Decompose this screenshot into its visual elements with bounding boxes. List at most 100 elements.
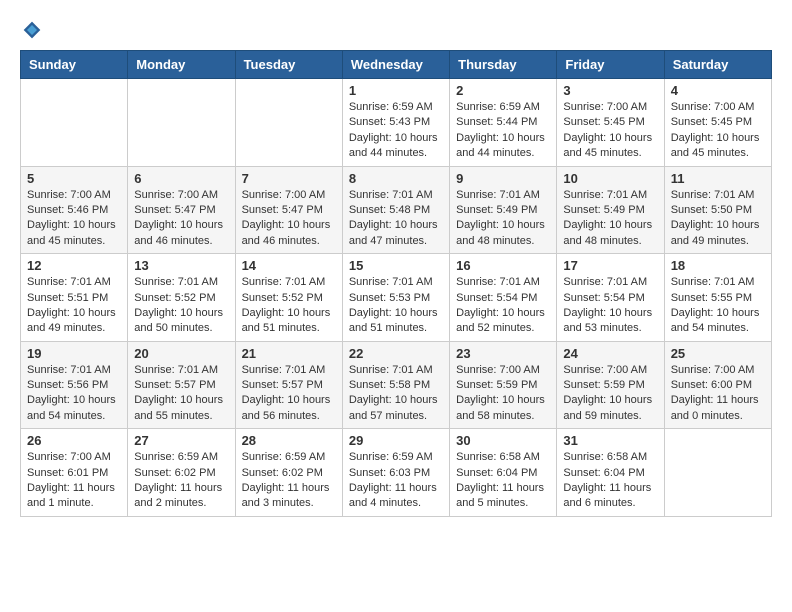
calendar-header-saturday: Saturday xyxy=(664,51,771,79)
day-info: Sunrise: 7:01 AM Sunset: 5:55 PM Dayligh… xyxy=(671,275,765,337)
day-info: Sunrise: 7:00 AM Sunset: 5:46 PM Dayligh… xyxy=(27,188,121,250)
day-number: 19 xyxy=(27,346,121,361)
calendar-cell: 19Sunrise: 7:01 AM Sunset: 5:56 PM Dayli… xyxy=(21,341,128,429)
day-info: Sunrise: 7:01 AM Sunset: 5:54 PM Dayligh… xyxy=(563,275,657,337)
day-number: 10 xyxy=(563,171,657,186)
day-info: Sunrise: 7:00 AM Sunset: 5:47 PM Dayligh… xyxy=(134,188,228,250)
calendar-cell: 4 Sunrise: 7:00 AM Sunset: 5:45 PM Daylig… xyxy=(664,79,771,167)
calendar-cell: 17 Sunrise: 7:01 AM Sunset: 5:54 PM Dayli… xyxy=(557,254,664,342)
day-number: 8 xyxy=(349,171,443,186)
calendar-cell xyxy=(235,79,342,167)
day-number: 6 xyxy=(134,171,228,186)
day-info: Sunrise: 7:01 AM Sunset: 5:54 PM Dayligh… xyxy=(456,275,550,337)
day-info: Sunrise: 6:59 AM Sunset: 6:03 PM Dayligh… xyxy=(349,450,443,512)
day-info: Sunrise: 6:58 AM Sunset: 6:04 PM Dayligh… xyxy=(563,450,657,512)
day-info: Sunrise: 7:01 AM Sunset: 5:58 PM Dayligh… xyxy=(349,363,443,425)
calendar-cell: 13 Sunrise: 7:01 AM Sunset: 5:52 PM Dayli… xyxy=(128,254,235,342)
day-info: Sunrise: 7:01 AM Sunset: 5:48 PM Dayligh… xyxy=(349,188,443,250)
calendar-header-sunday: Sunday xyxy=(21,51,128,79)
day-number: 16 xyxy=(456,258,550,273)
day-number: 9 xyxy=(456,171,550,186)
day-number: 30 xyxy=(456,433,550,448)
day-number: 12 xyxy=(27,258,121,273)
calendar-cell: 31 Sunrise: 6:58 AM Sunset: 6:04 PM Dayli… xyxy=(557,429,664,517)
day-number: 11 xyxy=(671,171,765,186)
day-info: Sunrise: 7:01 AM Sunset: 5:51 PM Dayligh… xyxy=(27,275,121,337)
calendar-cell: 20Sunrise: 7:01 AM Sunset: 5:57 PM Dayli… xyxy=(128,341,235,429)
day-info: Sunrise: 6:59 AM Sunset: 6:02 PM Dayligh… xyxy=(134,450,228,512)
calendar-cell: 11 Sunrise: 7:01 AM Sunset: 5:50 PM Dayli… xyxy=(664,166,771,254)
day-info: Sunrise: 7:00 AM Sunset: 5:45 PM Dayligh… xyxy=(671,100,765,162)
day-number: 25 xyxy=(671,346,765,361)
day-number: 3 xyxy=(563,83,657,98)
calendar-cell: 21 Sunrise: 7:01 AM Sunset: 5:57 PM Dayli… xyxy=(235,341,342,429)
calendar-cell: 2 Sunrise: 6:59 AM Sunset: 5:44 PM Daylig… xyxy=(450,79,557,167)
day-number: 24 xyxy=(563,346,657,361)
day-info: Sunrise: 7:01 AM Sunset: 5:49 PM Dayligh… xyxy=(456,188,550,250)
day-number: 13 xyxy=(134,258,228,273)
calendar-cell: 24 Sunrise: 7:00 AM Sunset: 5:59 PM Dayli… xyxy=(557,341,664,429)
day-info: Sunrise: 7:00 AM Sunset: 5:59 PM Dayligh… xyxy=(563,363,657,425)
calendar-cell: 16 Sunrise: 7:01 AM Sunset: 5:54 PM Dayli… xyxy=(450,254,557,342)
calendar-cell xyxy=(128,79,235,167)
day-info: Sunrise: 6:59 AM Sunset: 5:44 PM Dayligh… xyxy=(456,100,550,162)
calendar-cell: 29 Sunrise: 6:59 AM Sunset: 6:03 PM Dayli… xyxy=(342,429,449,517)
calendar-cell: 28 Sunrise: 6:59 AM Sunset: 6:02 PM Dayli… xyxy=(235,429,342,517)
calendar-cell: 27 Sunrise: 6:59 AM Sunset: 6:02 PM Dayli… xyxy=(128,429,235,517)
day-info: Sunrise: 7:00 AM Sunset: 5:45 PM Dayligh… xyxy=(563,100,657,162)
day-info: Sunrise: 7:01 AM Sunset: 5:50 PM Dayligh… xyxy=(671,188,765,250)
day-info: Sunrise: 7:01 AM Sunset: 5:52 PM Dayligh… xyxy=(134,275,228,337)
day-info: Sunrise: 6:59 AM Sunset: 6:02 PM Dayligh… xyxy=(242,450,336,512)
day-number: 14 xyxy=(242,258,336,273)
calendar-week-row: 1Sunrise: 6:59 AM Sunset: 5:43 PM Daylig… xyxy=(21,79,772,167)
calendar-cell: 14 Sunrise: 7:01 AM Sunset: 5:52 PM Dayli… xyxy=(235,254,342,342)
day-number: 17 xyxy=(563,258,657,273)
day-info: Sunrise: 7:00 AM Sunset: 5:47 PM Dayligh… xyxy=(242,188,336,250)
day-info: Sunrise: 7:01 AM Sunset: 5:57 PM Dayligh… xyxy=(242,363,336,425)
calendar-header-wednesday: Wednesday xyxy=(342,51,449,79)
day-info: Sunrise: 7:00 AM Sunset: 5:59 PM Dayligh… xyxy=(456,363,550,425)
day-number: 1 xyxy=(349,83,443,98)
day-number: 29 xyxy=(349,433,443,448)
calendar-header-thursday: Thursday xyxy=(450,51,557,79)
calendar-header-friday: Friday xyxy=(557,51,664,79)
day-number: 2 xyxy=(456,83,550,98)
day-info: Sunrise: 7:01 AM Sunset: 5:53 PM Dayligh… xyxy=(349,275,443,337)
day-number: 20 xyxy=(134,346,228,361)
calendar-header-row: SundayMondayTuesdayWednesdayThursdayFrid… xyxy=(21,51,772,79)
day-number: 28 xyxy=(242,433,336,448)
calendar-cell: 18 Sunrise: 7:01 AM Sunset: 5:55 PM Dayli… xyxy=(664,254,771,342)
calendar-week-row: 5Sunrise: 7:00 AM Sunset: 5:46 PM Daylig… xyxy=(21,166,772,254)
calendar-table: SundayMondayTuesdayWednesdayThursdayFrid… xyxy=(20,50,772,517)
calendar-cell: 26 Sunrise: 7:00 AM Sunset: 6:01 PM Dayli… xyxy=(21,429,128,517)
day-info: Sunrise: 7:01 AM Sunset: 5:52 PM Dayligh… xyxy=(242,275,336,337)
calendar-cell: 12 Sunrise: 7:01 AM Sunset: 5:51 PM Dayli… xyxy=(21,254,128,342)
calendar-cell: 30 Sunrise: 6:58 AM Sunset: 6:04 PM Dayli… xyxy=(450,429,557,517)
day-number: 21 xyxy=(242,346,336,361)
calendar-cell: 7 Sunrise: 7:00 AM Sunset: 5:47 PM Daylig… xyxy=(235,166,342,254)
calendar-cell: 10 Sunrise: 7:01 AM Sunset: 5:49 PM Dayli… xyxy=(557,166,664,254)
logo-icon xyxy=(22,20,42,40)
calendar-cell xyxy=(21,79,128,167)
calendar-cell: 6 Sunrise: 7:00 AM Sunset: 5:47 PM Daylig… xyxy=(128,166,235,254)
day-info: Sunrise: 7:01 AM Sunset: 5:49 PM Dayligh… xyxy=(563,188,657,250)
day-number: 4 xyxy=(671,83,765,98)
calendar-week-row: 26 Sunrise: 7:00 AM Sunset: 6:01 PM Dayli… xyxy=(21,429,772,517)
day-info: Sunrise: 6:58 AM Sunset: 6:04 PM Dayligh… xyxy=(456,450,550,512)
day-number: 27 xyxy=(134,433,228,448)
day-info: Sunrise: 7:00 AM Sunset: 6:01 PM Dayligh… xyxy=(27,450,121,512)
page-header xyxy=(20,20,772,40)
calendar-cell: 5Sunrise: 7:00 AM Sunset: 5:46 PM Daylig… xyxy=(21,166,128,254)
calendar-cell: 23Sunrise: 7:00 AM Sunset: 5:59 PM Dayli… xyxy=(450,341,557,429)
day-number: 15 xyxy=(349,258,443,273)
calendar-header-tuesday: Tuesday xyxy=(235,51,342,79)
day-number: 7 xyxy=(242,171,336,186)
day-number: 18 xyxy=(671,258,765,273)
calendar-cell: 8 Sunrise: 7:01 AM Sunset: 5:48 PM Daylig… xyxy=(342,166,449,254)
calendar-cell: 15 Sunrise: 7:01 AM Sunset: 5:53 PM Dayli… xyxy=(342,254,449,342)
calendar-cell: 3 Sunrise: 7:00 AM Sunset: 5:45 PM Daylig… xyxy=(557,79,664,167)
logo xyxy=(20,20,42,40)
calendar-header-monday: Monday xyxy=(128,51,235,79)
day-number: 26 xyxy=(27,433,121,448)
day-number: 31 xyxy=(563,433,657,448)
